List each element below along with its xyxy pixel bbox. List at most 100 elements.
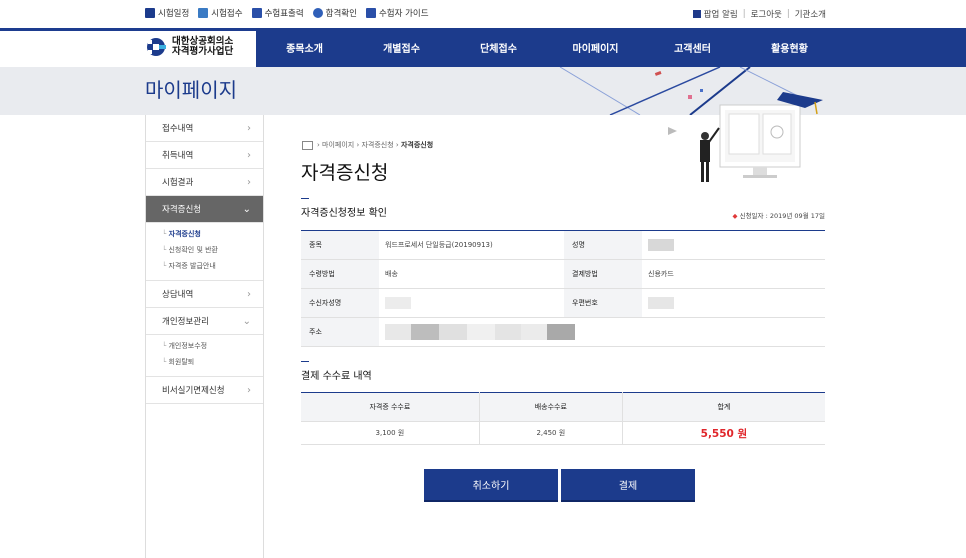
utility-right: 팝업 알림 | 로그아웃 | 기관소개 [692,8,826,20]
chevron-right-icon: › [247,384,251,396]
utility-bar: 시험일정 시험접수 수험표출력 합격확인 수험자 가이드 팝업 알림 | 로그아… [0,0,966,28]
redacted-block [467,324,495,340]
table-row: 3,100 원 2,450 원 5,550 원 [301,421,825,445]
diamond-icon: ◆ [732,212,738,220]
table-row: 종목 워드프로세서 단일등급(20190913) 성명 [301,230,825,260]
visual-title: 마이페이지 [145,78,237,102]
section-title-info: 자격증신청정보 확인 [301,198,387,219]
sidebar-subitem-guide[interactable]: 자격증 발급안내 [162,258,263,274]
cert-fee-value: 3,100 원 [301,421,480,445]
about-link[interactable]: 기관소개 [795,8,826,20]
graduate-illustration [668,92,823,182]
apply-date: ◆ 신청일자 : 2019년 09월 17일 [732,212,825,220]
fee-table: 자격증 수수료 배송수수료 합계 3,100 원 2,450 원 5,550 원 [301,392,825,445]
breadcrumb-item[interactable]: 자격증신청 [361,140,393,150]
cancel-button[interactable]: 취소하기 [424,469,558,502]
sidebar-submenu-personal: 개인정보수정 회원탈퇴 [146,335,263,377]
sidebar-item-exemption[interactable]: 비서실기면제신청 › [146,377,263,404]
util-guide-link[interactable]: 수험자 가이드 [365,7,429,19]
info-table: 종목 워드프로세서 단일등급(20190913) 성명 수령방법 배송 결제방법… [301,230,825,347]
redacted-block [385,324,411,340]
nav-item-mypage[interactable]: 마이페이지 [547,28,644,67]
sidebar-subitem-confirm[interactable]: 신청확인 및 반환 [162,242,263,258]
popup-icon [692,10,701,18]
table-row: 주소 [301,317,825,347]
redacted-block [648,297,674,309]
breadcrumb-item[interactable]: 마이페이지 [322,140,354,150]
pay-value: 신용카드 [642,259,825,289]
calendar-icon [145,8,155,18]
sidebar: 접수내역› 취득내역› 시험결과› 자격증신청⌄ 자격증신청 신청확인 및 반환… [145,115,264,558]
divider: | [742,9,746,19]
method-value: 배송 [379,259,564,289]
sidebar-item-acquired[interactable]: 취득내역 › [146,142,263,169]
zip-label: 우편번호 [564,288,642,318]
util-register-link[interactable]: 시험접수 [198,7,243,19]
book-icon [365,8,376,18]
chevron-down-icon: ⌄ [242,203,251,215]
col-total: 합계 [622,392,825,422]
redacted-block [521,324,547,340]
pay-button[interactable]: 결제 [561,469,695,502]
recipient-label: 수신자성명 [301,288,379,318]
nav-item-individual[interactable]: 개별접수 [353,28,450,67]
sidebar-subitem-withdraw[interactable]: 회원탈퇴 [162,354,263,370]
home-icon[interactable] [302,140,313,150]
chevron-down-icon: ⌄ [242,315,251,327]
util-pass-link[interactable]: 합격확인 [312,7,357,19]
redacted-block [547,324,575,340]
nav-item-usage[interactable]: 활용현황 [741,28,838,67]
redacted-block [439,324,467,340]
util-ticket-link[interactable]: 수험표출력 [251,7,304,19]
logo-text: 대한상공회의소 자격평가사업단 [172,36,234,57]
recipient-value [379,288,564,318]
table-header-row: 자격증 수수료 배송수수료 합계 [301,392,825,422]
pay-label: 결제방법 [564,259,642,289]
breadcrumb-sep: › [393,141,401,149]
util-schedule-link[interactable]: 시험일정 [145,7,189,19]
utility-links: 시험일정 시험접수 수험표출력 합격확인 수험자 가이드 [145,7,429,19]
chevron-right-icon: › [247,288,251,300]
nav-item-intro[interactable]: 종목소개 [256,28,353,67]
breadcrumb-sep: › [354,141,362,149]
item-label: 종목 [301,230,379,260]
section-title-fee: 결제 수수료 내역 [301,361,372,382]
edit-icon [198,8,209,18]
breadcrumb: › 마이페이지 › 자격증신청 › 자격증신청 [302,140,433,150]
sidebar-subitem-apply[interactable]: 자격증신청 [162,226,263,242]
sidebar-item-results[interactable]: 시험결과 › [146,169,263,196]
addr-label: 주소 [301,317,379,347]
addr-value [379,317,825,347]
name-value [642,230,825,260]
chevron-right-icon: › [247,122,251,134]
col-cert-fee: 자격증 수수료 [301,392,480,422]
logo-mark-icon [145,36,167,58]
logout-link[interactable]: 로그아웃 [751,8,782,20]
popup-alert-link[interactable]: 팝업 알림 [704,8,738,20]
sidebar-item-applications[interactable]: 접수내역 › [146,115,263,142]
sidebar-submenu-certificate: 자격증신청 신청확인 및 반환 자격증 발급안내 [146,223,263,281]
redacted-block [648,239,674,251]
page-title: 자격증신청 [301,162,389,184]
nav-item-support[interactable]: 고객센터 [644,28,741,67]
redacted-block [411,324,439,340]
print-icon [251,8,262,18]
sidebar-item-personal[interactable]: 개인정보관리 ⌄ [146,308,263,335]
method-label: 수령방법 [301,259,379,289]
sidebar-item-consult[interactable]: 상담내역 › [146,281,263,308]
ship-fee-value: 2,450 원 [479,421,623,445]
name-label: 성명 [564,230,642,260]
redacted-block [385,297,411,309]
nav-item-group[interactable]: 단체접수 [450,28,547,67]
logo[interactable]: 대한상공회의소 자격평가사업단 [145,36,233,58]
divider: | [786,9,790,19]
chevron-right-icon: › [247,176,251,188]
col-ship-fee: 배송수수료 [479,392,623,422]
chevron-right-icon: › [247,149,251,161]
item-value: 워드프로세서 단일등급(20190913) [379,230,564,260]
sidebar-subitem-edit[interactable]: 개인정보수정 [162,338,263,354]
table-row: 수신자성명 우편번호 [301,288,825,318]
sidebar-item-certificate[interactable]: 자격증신청 ⌄ [146,196,263,223]
breadcrumb-current: 자격증신청 [400,141,434,149]
main-nav: 종목소개 개별접수 단체접수 마이페이지 고객센터 활용현황 [256,28,838,67]
